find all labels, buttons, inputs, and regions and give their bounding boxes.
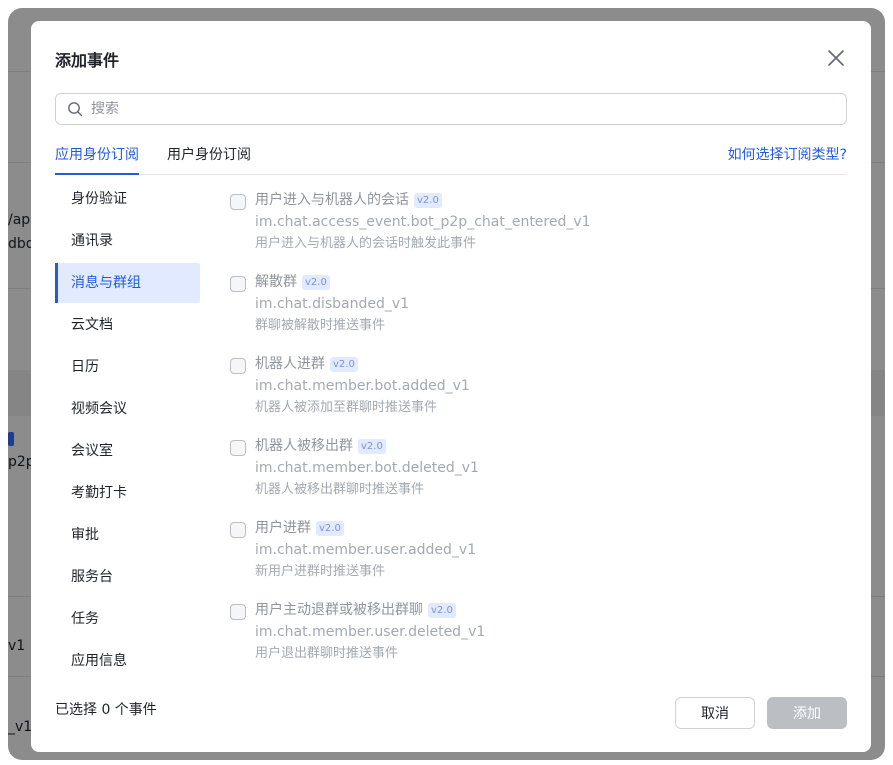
event-item[interactable]: 用户进入与机器人的会话 v2.0 im.chat.access_event.bot…: [230, 189, 830, 271]
event-checkbox[interactable]: [230, 276, 246, 292]
event-code: im.chat.member.bot.added_v1: [255, 378, 470, 394]
add-event-dialog: 添加事件 应用身份订阅 用户身份订阅 如何选择订阅类型? 身份验证 通讯录 消息…: [31, 21, 871, 752]
event-code: im.chat.access_event.bot_p2p_chat_entere…: [255, 214, 591, 230]
event-checkbox[interactable]: [230, 440, 246, 456]
search-input[interactable]: [91, 101, 831, 117]
category-item-approval[interactable]: 审批: [55, 515, 200, 555]
event-item[interactable]: 解散群 v2.0 im.chat.disbanded_v1 群聊被解散时推送事件: [230, 271, 830, 353]
version-badge: v2.0: [414, 192, 442, 208]
category-item-docs[interactable]: 云文档: [55, 305, 200, 345]
event-checkbox[interactable]: [230, 194, 246, 210]
category-item-helpdesk[interactable]: 服务台: [55, 557, 200, 597]
event-name: 机器人被移出群: [255, 438, 353, 454]
event-item[interactable]: 机器人被移出群 v2.0 im.chat.member.bot.deleted_v…: [230, 435, 830, 517]
version-badge: v2.0: [316, 520, 344, 536]
event-description: 机器人被移出群聊时推送事件: [255, 482, 425, 497]
event-name: 机器人进群: [255, 356, 325, 372]
event-item[interactable]: 用户主动退群或被移出群聊 v2.0 im.chat.member.user.del…: [230, 599, 830, 681]
tab-app-identity[interactable]: 应用身份订阅: [55, 144, 139, 175]
category-item-messages[interactable]: 消息与群组: [55, 263, 200, 303]
event-checkbox[interactable]: [230, 358, 246, 374]
search-box[interactable]: [55, 93, 847, 125]
event-item[interactable]: 用户进群 v2.0 im.chat.member.user.added_v1 新用…: [230, 517, 830, 599]
version-badge: v2.0: [330, 356, 358, 372]
event-description: 群聊被解散时推送事件: [255, 318, 386, 333]
category-item-task[interactable]: 任务: [55, 599, 200, 639]
category-item-attendance[interactable]: 考勤打卡: [55, 473, 200, 513]
add-button[interactable]: 添加: [767, 697, 847, 729]
tab-user-identity[interactable]: 用户身份订阅: [167, 144, 251, 175]
close-button[interactable]: [825, 47, 847, 69]
event-description: 机器人被添加至群聊时推送事件: [255, 400, 438, 415]
selected-count: 已选择 0 个事件: [55, 702, 157, 718]
event-name: 用户主动退群或被移出群聊: [255, 602, 423, 618]
version-badge: v2.0: [358, 438, 386, 454]
category-sidebar: 身份验证 通讯录 消息与群组 云文档 日历 视频会议 会议室 考勤打卡 审批 服…: [55, 179, 200, 683]
category-item-calendar[interactable]: 日历: [55, 347, 200, 387]
version-badge: v2.0: [302, 274, 330, 290]
version-badge: v2.0: [428, 602, 456, 618]
event-checkbox[interactable]: [230, 604, 246, 620]
event-name: 用户进群: [255, 520, 311, 536]
event-code: im.chat.disbanded_v1: [255, 296, 410, 312]
event-code: im.chat.member.user.deleted_v1: [255, 624, 486, 640]
close-icon: [828, 50, 844, 66]
category-item-meeting-room[interactable]: 会议室: [55, 431, 200, 471]
event-code: im.chat.member.bot.deleted_v1: [255, 460, 479, 476]
event-item[interactable]: 机器人进群 v2.0 im.chat.member.bot.added_v1 机器…: [230, 353, 830, 435]
category-item-app-info[interactable]: 应用信息: [55, 641, 200, 681]
event-list: 用户进入与机器人的会话 v2.0 im.chat.access_event.bot…: [230, 189, 830, 681]
category-item-contacts[interactable]: 通讯录: [55, 221, 200, 261]
event-description: 用户退出群聊时推送事件: [255, 646, 399, 661]
event-code: im.chat.member.user.added_v1: [255, 542, 477, 558]
cancel-button[interactable]: 取消: [675, 697, 755, 729]
event-name: 解散群: [255, 274, 297, 290]
event-checkbox[interactable]: [230, 522, 246, 538]
category-item-identity[interactable]: 身份验证: [55, 179, 200, 219]
subscription-tabs: 应用身份订阅 用户身份订阅 如何选择订阅类型?: [55, 141, 847, 175]
dialog-title: 添加事件: [55, 51, 120, 70]
event-description: 用户进入与机器人的会话时触发此事件: [255, 236, 477, 251]
search-icon: [68, 102, 83, 117]
event-name: 用户进入与机器人的会话: [255, 192, 409, 208]
subscription-type-help-link[interactable]: 如何选择订阅类型?: [728, 144, 847, 164]
category-item-video-meeting[interactable]: 视频会议: [55, 389, 200, 429]
event-description: 新用户进群时推送事件: [255, 564, 386, 579]
